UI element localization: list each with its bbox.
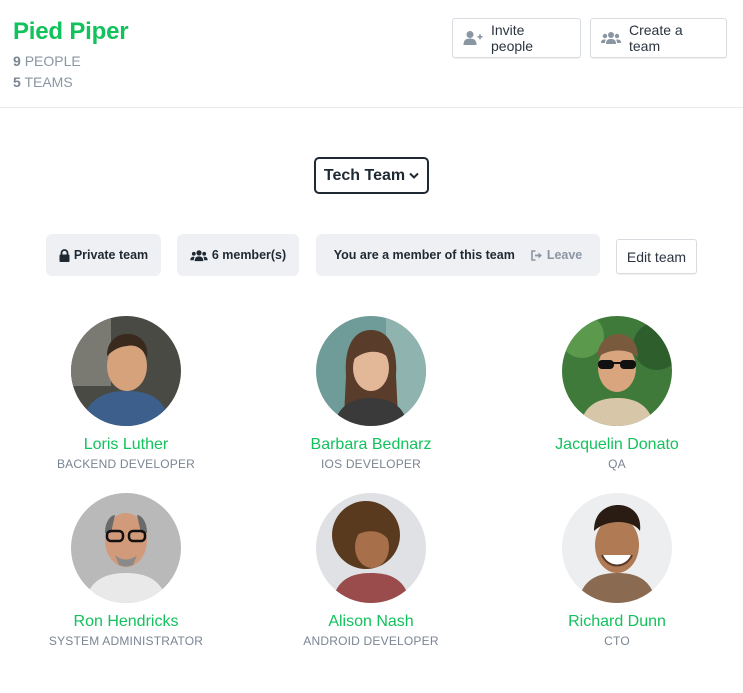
leave-team-link[interactable]: Leave bbox=[531, 248, 582, 262]
member-card: Jacquelin Donato QA bbox=[517, 316, 717, 471]
users-icon bbox=[190, 249, 208, 262]
member-role: BACKEND DEVELOPER bbox=[56, 457, 196, 471]
member-name[interactable]: Jacquelin Donato bbox=[517, 435, 717, 455]
member-name[interactable]: Barbara Bednarz bbox=[271, 435, 471, 455]
member-name[interactable]: Ron Hendricks bbox=[26, 612, 226, 632]
privacy-label: Private team bbox=[73, 248, 149, 262]
avatar[interactable] bbox=[71, 316, 181, 426]
member-name[interactable]: Alison Nash bbox=[271, 612, 471, 632]
member-card: Alison Nash ANDROID DEVELOPER bbox=[271, 493, 471, 648]
avatar[interactable] bbox=[562, 316, 672, 426]
members-badge: 6 member(s) bbox=[177, 234, 299, 276]
membership-status-label: You are a member of this team bbox=[333, 248, 515, 262]
member-role: IOS DEVELOPER bbox=[321, 457, 421, 471]
member-role: ANDROID DEVELOPER bbox=[303, 634, 439, 648]
member-card: Ron Hendricks SYSTEM ADMINISTRATOR bbox=[26, 493, 226, 648]
edit-team-button[interactable]: Edit team bbox=[616, 239, 697, 274]
member-role: QA bbox=[608, 457, 626, 471]
member-card: Barbara Bednarz IOS DEVELOPER bbox=[271, 316, 471, 471]
invite-people-button[interactable]: Invite people bbox=[452, 18, 581, 58]
users-icon bbox=[601, 30, 621, 46]
chevron-down-icon bbox=[409, 172, 419, 180]
people-count-value: 9 bbox=[13, 53, 21, 69]
privacy-badge: Private team bbox=[46, 234, 161, 276]
teams-count: 5 TEAMS bbox=[13, 74, 73, 90]
member-name[interactable]: Richard Dunn bbox=[517, 612, 717, 632]
teams-count-label: TEAMS bbox=[24, 74, 73, 90]
membership-status: You are a member of this team Leave bbox=[316, 234, 600, 276]
people-count-label: PEOPLE bbox=[24, 53, 81, 69]
people-count: 9 PEOPLE bbox=[13, 53, 81, 69]
member-name[interactable]: Loris Luther bbox=[26, 435, 226, 455]
members-count-label: 6 member(s) bbox=[211, 248, 287, 262]
avatar[interactable] bbox=[316, 316, 426, 426]
team-selector-value: Tech Team bbox=[323, 166, 406, 184]
member-role: SYSTEM ADMINISTRATOR bbox=[48, 634, 204, 648]
create-team-label: Create a team bbox=[629, 22, 683, 54]
member-card: Loris Luther BACKEND DEVELOPER bbox=[26, 316, 226, 471]
sign-out-icon bbox=[531, 249, 543, 261]
teams-count-value: 5 bbox=[13, 74, 21, 90]
member-role: CTO bbox=[604, 634, 630, 648]
invite-people-label: Invite people bbox=[491, 22, 534, 54]
leave-label: Leave bbox=[546, 248, 583, 262]
lock-icon bbox=[59, 248, 70, 262]
create-team-button[interactable]: Create a team bbox=[590, 18, 727, 58]
member-card: Richard Dunn CTO bbox=[517, 493, 717, 648]
avatar[interactable] bbox=[71, 493, 181, 603]
user-plus-icon bbox=[463, 30, 483, 46]
avatar[interactable] bbox=[562, 493, 672, 603]
org-name: Pied Piper bbox=[13, 18, 129, 45]
page-header: Pied Piper 9 PEOPLE 5 TEAMS Invite peopl… bbox=[0, 0, 743, 108]
avatar[interactable] bbox=[316, 493, 426, 603]
team-selector[interactable]: Tech Team bbox=[314, 157, 429, 194]
